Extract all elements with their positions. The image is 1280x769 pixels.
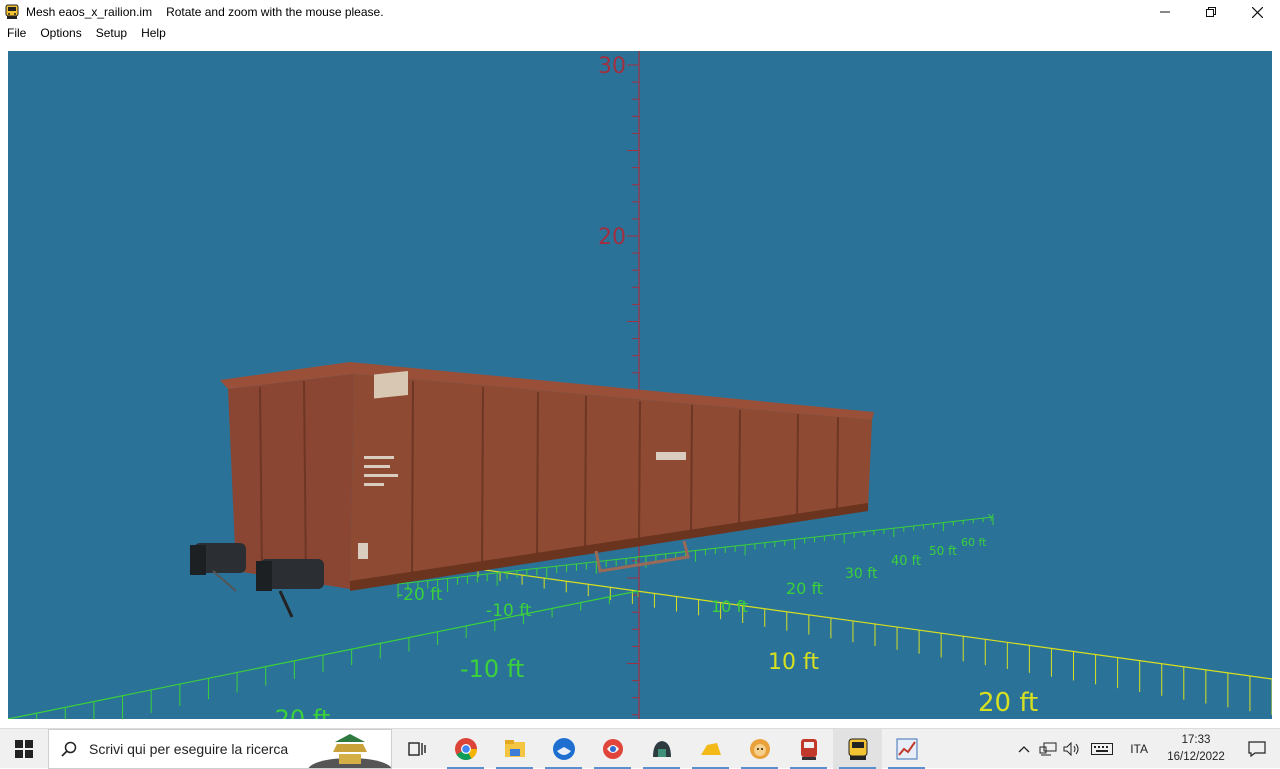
taskbar-app-5[interactable]	[784, 729, 833, 769]
wagon-end	[228, 374, 354, 589]
search-box[interactable]: Scrivi qui per eseguire la ricerca	[48, 728, 392, 769]
taskbar-app-1[interactable]	[588, 729, 637, 769]
wagon-logo	[374, 370, 408, 399]
notification-center-button[interactable]	[1234, 729, 1280, 769]
network-icon	[1039, 742, 1057, 756]
3d-viewport[interactable]: 30 20 10 ft 20 ft -10 ft -20 ft -20 ft -…	[8, 51, 1272, 719]
taskbar-explorer[interactable]	[490, 729, 539, 769]
chrome-icon	[454, 737, 477, 760]
thunderbird-icon	[552, 737, 575, 760]
far-label-2: 10 ft	[711, 597, 748, 616]
taskbar-chrome[interactable]	[441, 729, 490, 769]
tray-overflow-button[interactable]	[1012, 729, 1036, 769]
volume-icon	[1063, 742, 1079, 756]
notification-icon	[1248, 741, 1266, 757]
ground-axis-yellow: 10 ft 20 ft	[477, 568, 1272, 718]
restore-button[interactable]	[1188, 0, 1234, 24]
windows-logo-icon	[15, 739, 33, 758]
search-icon	[49, 741, 89, 757]
wagon-model	[190, 362, 874, 618]
app-chart-icon	[896, 738, 917, 759]
tray-clock[interactable]: 17:33 16/12/2022	[1158, 732, 1234, 766]
ground-axis-green-near: -10 ft -20 ft	[8, 590, 639, 719]
scene-svg: 30 20 10 ft 20 ft -10 ft -20 ft -20 ft -…	[8, 51, 1272, 719]
ground-label-10ft: 10 ft	[768, 650, 819, 675]
close-button[interactable]	[1234, 0, 1280, 24]
menu-file[interactable]: File	[0, 26, 33, 40]
tray-language[interactable]: ITA	[1120, 742, 1158, 756]
tray-network[interactable]	[1036, 729, 1060, 769]
taskbar-thunderbird[interactable]	[539, 729, 588, 769]
menu-options[interactable]: Options	[33, 26, 88, 40]
vertical-axis: 30 20	[598, 51, 640, 719]
app-train-icon	[5, 4, 19, 19]
taskbar-app-2[interactable]	[637, 729, 686, 769]
far-label-6: 50 ft	[929, 544, 957, 558]
close-icon	[1251, 6, 1263, 18]
app-train-red-icon	[800, 738, 817, 760]
taskbar-app-3[interactable]	[686, 729, 735, 769]
search-highlight-icon	[308, 733, 391, 768]
ground-label-20ft: 20 ft	[978, 688, 1038, 718]
menu-setup[interactable]: Setup	[89, 26, 134, 40]
taskbar: Scrivi qui per eseguire la ricerca ITA 1…	[0, 728, 1280, 769]
taskbar-app-6[interactable]	[833, 728, 882, 769]
search-placeholder: Scrivi qui per eseguire la ricerca	[89, 740, 289, 757]
app-dark-dome-icon	[652, 740, 671, 757]
tray-volume[interactable]	[1060, 729, 1084, 769]
vertical-axis-label-30: 30	[598, 54, 626, 79]
clock-time: 17:33	[1181, 734, 1211, 746]
start-button[interactable]	[0, 729, 48, 769]
minimize-icon	[1160, 11, 1170, 13]
window-subtitle: Rotate and zoom with the mouse please.	[166, 5, 384, 19]
app-yellow-wedge-icon	[700, 742, 721, 755]
app-red-swirl-icon	[602, 738, 623, 759]
restore-icon	[1206, 7, 1216, 17]
window-controls	[1142, 0, 1280, 24]
far-label-5: 40 ft	[891, 554, 921, 569]
file-explorer-icon	[504, 739, 525, 757]
app-train-yellow-icon	[848, 738, 867, 760]
menu-bar: File Options Setup Help	[0, 24, 1280, 42]
menu-help[interactable]: Help	[134, 26, 173, 40]
green-label-minus20: -20 ft	[266, 705, 330, 719]
task-view-button[interactable]	[392, 729, 441, 769]
far-label-1: -10 ft	[486, 601, 532, 621]
taskbar-app-4[interactable]	[735, 729, 784, 769]
axis-y-letter: Y	[987, 513, 995, 524]
keyboard-icon	[1091, 743, 1114, 755]
minimize-button[interactable]	[1142, 0, 1188, 24]
clock-date: 16/12/2022	[1167, 751, 1225, 763]
chevron-up-icon	[1018, 746, 1030, 753]
system-tray: ITA 17:33 16/12/2022	[1012, 729, 1280, 769]
far-label-0: -20 ft	[397, 585, 443, 605]
far-label-3: 20 ft	[786, 579, 823, 598]
vertical-axis-label-20: 20	[598, 225, 626, 250]
far-label-4: 30 ft	[845, 566, 878, 582]
tray-keyboard[interactable]	[1084, 729, 1120, 769]
far-label-7: 60 ft	[961, 536, 987, 549]
taskbar-app-7[interactable]	[882, 729, 931, 769]
app-lion-icon	[749, 738, 770, 759]
task-view-icon	[407, 741, 426, 756]
window-title: Mesh eaos_x_railion.im	[26, 5, 153, 19]
title-bar: Mesh eaos_x_railion.im Rotate and zoom w…	[0, 0, 1280, 24]
green-label-minus10: -10 ft	[460, 655, 524, 683]
